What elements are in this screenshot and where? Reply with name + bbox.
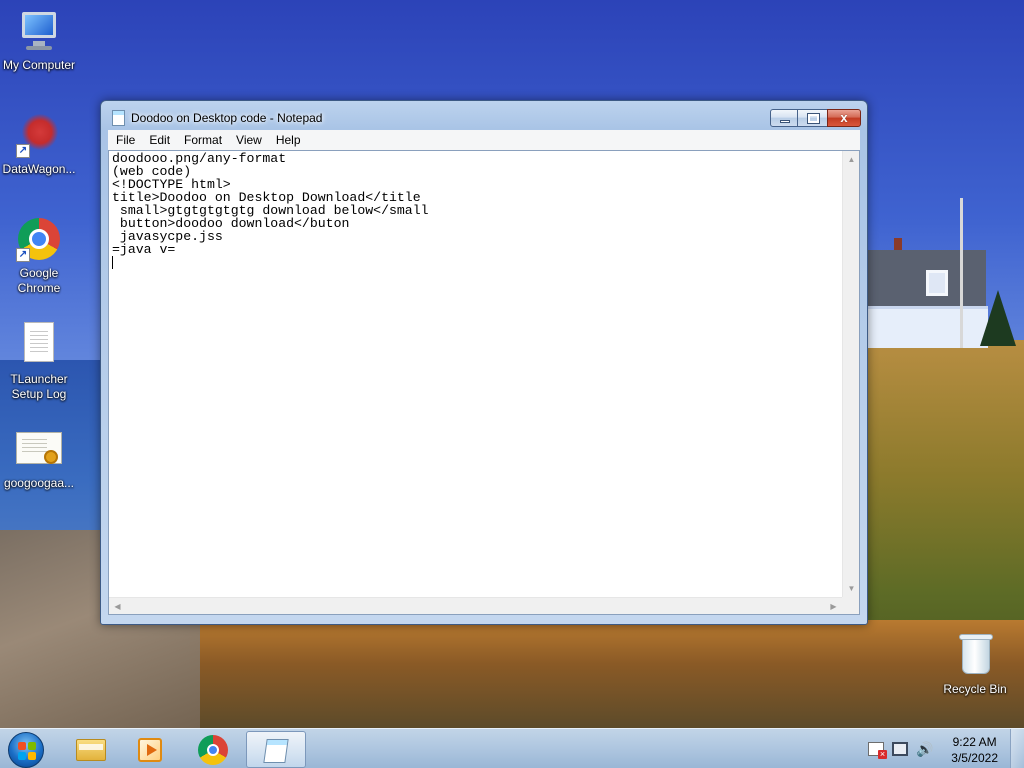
windows-logo-icon	[18, 742, 36, 760]
media-player-icon	[138, 738, 162, 762]
caption-buttons: x	[770, 109, 861, 127]
desktop-icon-googoogaa[interactable]: googoogaa...	[0, 426, 79, 491]
folder-icon	[76, 739, 106, 761]
desktop-icon-label: Recycle Bin	[943, 682, 1007, 696]
menu-edit[interactable]: Edit	[142, 130, 177, 150]
menu-file[interactable]: File	[109, 130, 142, 150]
wallpaper-flagpole	[960, 198, 963, 348]
minimize-button[interactable]	[770, 109, 798, 127]
menu-format[interactable]: Format	[177, 130, 229, 150]
scroll-down-arrow-icon[interactable]: ▼	[843, 580, 860, 597]
text-document-icon	[16, 322, 62, 368]
maximize-button[interactable]	[797, 109, 828, 127]
minimize-icon	[780, 120, 790, 123]
taskbar-media-player[interactable]	[120, 731, 180, 768]
text-line: doodooo.png/any-format	[112, 152, 287, 166]
wallpaper-house	[866, 238, 988, 348]
action-center-flag-icon[interactable]	[868, 742, 887, 759]
desktop-icon-label: My Computer	[2, 58, 76, 72]
menu-help[interactable]: Help	[269, 130, 308, 150]
vertical-scrollbar[interactable]: ▲ ▼	[842, 151, 859, 597]
scrollbar-corner	[842, 597, 859, 614]
taskbar: 🔊 9:22 AM 3/5/2022	[0, 728, 1024, 768]
volume-icon[interactable]: 🔊	[916, 742, 933, 756]
notepad-icon	[263, 739, 289, 763]
chrome-icon: ↗	[16, 216, 62, 262]
desktop-icon-label: DataWagon...	[2, 162, 76, 176]
close-button[interactable]: x	[827, 109, 861, 127]
scroll-up-arrow-icon[interactable]: ▲	[843, 151, 860, 168]
window-title: Doodoo on Desktop code - Notepad	[131, 111, 323, 125]
desktop-icon-google-chrome[interactable]: ↗ Google Chrome	[0, 216, 79, 296]
desktop-icon-recycle-bin[interactable]: Recycle Bin	[935, 632, 1015, 697]
notepad-icon	[112, 110, 125, 126]
datawagon-icon: ↗	[16, 112, 62, 158]
taskbar-google-chrome[interactable]	[184, 731, 244, 768]
network-icon[interactable]	[892, 742, 908, 756]
notepad-window[interactable]: Doodoo on Desktop code - Notepad x File …	[100, 100, 868, 625]
text-cursor-line	[112, 256, 841, 269]
window-titlebar[interactable]: Doodoo on Desktop code - Notepad x	[101, 101, 867, 133]
text-line: =java v=	[112, 242, 176, 257]
computer-icon	[16, 8, 62, 54]
clock-date: 3/5/2022	[951, 751, 998, 765]
desktop-icon-label: TLauncher Setup Log	[10, 372, 68, 401]
desktop-icon-label: googoogaa...	[3, 476, 75, 490]
start-button[interactable]	[8, 732, 44, 768]
certificate-icon	[16, 426, 62, 472]
close-icon: x	[840, 110, 848, 125]
wallpaper-foreground	[200, 620, 1024, 728]
text-editor[interactable]: doodooo.png/any-format (web code) <!DOCTYP…	[108, 150, 860, 615]
recycle-bin-icon	[952, 632, 998, 678]
clock[interactable]: 9:22 AM 3/5/2022	[951, 734, 998, 766]
scroll-right-arrow-icon[interactable]: ▶	[825, 598, 842, 615]
maximize-icon	[807, 113, 820, 124]
clock-time: 9:22 AM	[952, 735, 997, 749]
scroll-left-arrow-icon[interactable]: ◀	[109, 598, 126, 615]
taskbar-windows-explorer[interactable]	[60, 731, 120, 768]
desktop-icon-datawagon[interactable]: ↗ DataWagon...	[0, 112, 79, 177]
wallpaper-tree	[980, 290, 1016, 346]
text-content[interactable]: doodooo.png/any-format (web code) <!DOCTYP…	[112, 152, 841, 596]
desktop-icon-label: Google Chrome	[17, 266, 61, 295]
taskbar-notepad[interactable]	[246, 731, 306, 768]
system-tray: 🔊 9:22 AM 3/5/2022	[854, 729, 1024, 768]
show-desktop-button[interactable]	[1010, 729, 1024, 768]
text-line: javasycpe.jss	[112, 229, 223, 244]
menu-view[interactable]: View	[229, 130, 269, 150]
desktop-icon-my-computer[interactable]: My Computer	[0, 8, 79, 73]
horizontal-scrollbar[interactable]: ◀ ▶	[109, 597, 842, 614]
desktop-icon-tlauncher-log[interactable]: TLauncher Setup Log	[0, 322, 79, 402]
shortcut-arrow-icon: ↗	[16, 144, 30, 158]
menu-bar: File Edit Format View Help	[108, 130, 860, 150]
shortcut-arrow-icon: ↗	[16, 248, 30, 262]
text-caret	[112, 256, 113, 269]
